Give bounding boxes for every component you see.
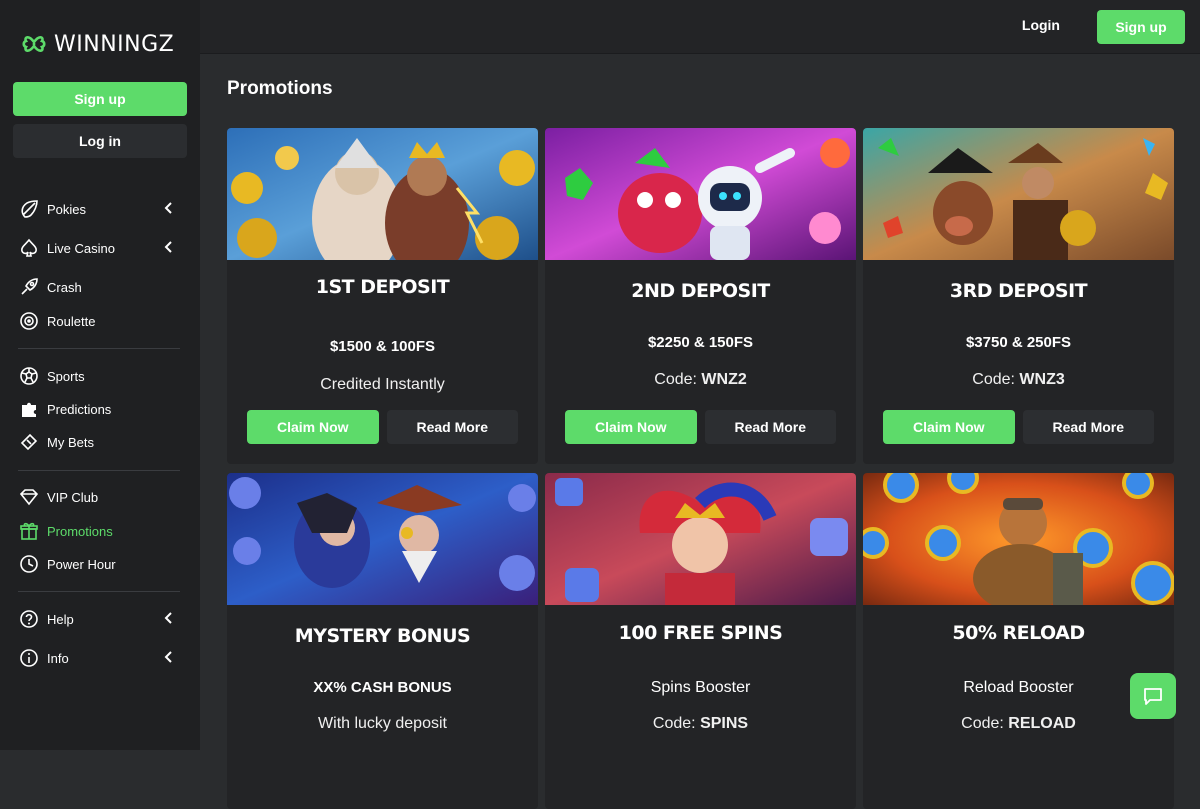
sidebar-item-label: Help	[47, 611, 74, 627]
sidebar-item-label: Predictions	[47, 401, 112, 417]
promo-banner-image	[545, 473, 856, 605]
promo-card-actions: Claim Now Read More	[883, 410, 1154, 444]
clock-icon	[18, 553, 40, 575]
clover-logo-icon	[22, 36, 46, 52]
sidebar-item-label: VIP Club	[47, 489, 99, 505]
sidebar-item-sports[interactable]: Sports	[18, 364, 180, 388]
claim-now-button[interactable]: Claim Now	[883, 410, 1015, 444]
soccer-ball-icon	[18, 365, 40, 387]
sidebar-divider	[18, 348, 180, 349]
promo-card: 3RD DEPOSIT $3750 & 250FS Code: WNZ3 Cla…	[863, 128, 1174, 464]
sidebar-item-promotions[interactable]: Promotions	[18, 519, 180, 543]
promo-banner-image	[227, 473, 538, 605]
diamond-icon	[18, 486, 40, 508]
sidebar-item-roulette[interactable]: Roulette	[18, 309, 180, 333]
sidebar-item-label: Sports	[47, 368, 85, 384]
roulette-icon	[18, 310, 40, 332]
promo-card-title: MYSTERY BONUS	[294, 625, 471, 647]
header-signup-button[interactable]: Sign up	[1097, 10, 1185, 44]
promo-card-subtitle: $1500 & 100FS	[329, 338, 436, 355]
sidebar-item-label: My Bets	[47, 434, 94, 450]
chevron-left-icon	[162, 201, 176, 218]
promo-card: 100 FREE SPINS Spins Booster Code: SPINS	[545, 473, 856, 809]
promo-card-subtitle: $3750 & 250FS	[965, 334, 1072, 351]
promo-card-description: Code: SPINS	[652, 715, 749, 732]
sidebar-item-live-casino[interactable]: Live Casino	[18, 236, 180, 260]
promo-card-subtitle: XX% CASH BONUS	[313, 679, 452, 696]
logo-text: WINNINGZ	[54, 31, 175, 57]
promo-card: 1ST DEPOSIT $1500 & 100FS Credited Insta…	[227, 128, 538, 464]
sidebar-item-info[interactable]: Info	[18, 646, 180, 670]
promo-banner-image	[863, 473, 1174, 605]
sidebar-item-predictions[interactable]: Predictions	[18, 397, 180, 421]
promo-card-title: 1ST DEPOSIT	[315, 276, 450, 298]
rocket-launch-icon	[18, 276, 40, 298]
chevron-left-icon	[162, 650, 176, 667]
sidebar-item-my-bets[interactable]: My Bets	[18, 430, 180, 454]
sidebar-login-button[interactable]: Log in	[13, 124, 187, 158]
sidebar-item-label: Crash	[47, 279, 82, 295]
promo-card-title: 2ND DEPOSIT	[631, 280, 770, 302]
promo-banner-image	[227, 128, 538, 260]
promo-card-actions: Claim Now Read More	[565, 410, 836, 444]
sidebar-item-label: Power Hour	[47, 556, 116, 572]
top-bar: Login Sign up	[200, 0, 1200, 54]
claim-now-button[interactable]: Claim Now	[565, 410, 697, 444]
chevron-left-icon	[162, 240, 176, 257]
promo-card: 50% RELOAD Reload Booster Code: RELOAD	[863, 473, 1174, 809]
ticket-icon	[18, 431, 40, 453]
rocket-icon	[18, 198, 40, 220]
page-title: Promotions	[227, 78, 333, 99]
read-more-button[interactable]: Read More	[704, 410, 836, 444]
chat-button[interactable]	[1130, 673, 1176, 719]
claim-now-button[interactable]: Claim Now	[247, 410, 379, 444]
promo-card: MYSTERY BONUS XX% CASH BONUS With lucky …	[227, 473, 538, 809]
promo-banner-image	[545, 128, 856, 260]
info-icon	[18, 647, 40, 669]
promo-card-title: 50% RELOAD	[952, 622, 1085, 644]
promo-card-description: Code: WNZ3	[972, 371, 1065, 388]
sidebar-item-label: Live Casino	[47, 240, 115, 256]
promo-card-subtitle: Spins Booster	[650, 679, 751, 696]
promo-card-description: Credited Instantly	[320, 376, 445, 393]
sidebar-item-pokies[interactable]: Pokies	[18, 197, 180, 221]
sidebar-item-power-hour[interactable]: Power Hour	[18, 552, 180, 576]
promo-card-title: 3RD DEPOSIT	[949, 280, 1088, 302]
sidebar-item-help[interactable]: Help	[18, 607, 180, 631]
read-more-button[interactable]: Read More	[1022, 410, 1154, 444]
gift-icon	[18, 520, 40, 542]
spade-icon	[18, 237, 40, 259]
sidebar-item-label: Roulette	[47, 313, 96, 329]
sidebar-item-label: Info	[47, 650, 69, 666]
sidebar-item-label: Promotions	[47, 523, 113, 539]
promo-card-title: 100 FREE SPINS	[618, 622, 783, 644]
promo-banner-image	[863, 128, 1174, 260]
sidebar-item-label: Pokies	[47, 201, 87, 217]
header-login-link[interactable]: Login	[1022, 17, 1060, 33]
sidebar-item-vip-club[interactable]: VIP Club	[18, 485, 180, 509]
promo-card-description: With lucky deposit	[318, 715, 447, 732]
promo-card: 2ND DEPOSIT $2250 & 150FS Code: WNZ2 Cla…	[545, 128, 856, 464]
sidebar-signup-button[interactable]: Sign up	[13, 82, 187, 116]
promo-card-actions: Claim Now Read More	[247, 410, 518, 444]
sidebar-item-crash[interactable]: Crash	[18, 275, 180, 299]
read-more-button[interactable]: Read More	[386, 410, 518, 444]
promo-card-description: Code: RELOAD	[961, 715, 1076, 732]
promo-card-subtitle: Reload Booster	[963, 679, 1074, 696]
sidebar: WINNINGZ Sign up Log in Pokies Live Casi…	[0, 0, 200, 750]
promo-card-subtitle: $2250 & 150FS	[647, 334, 754, 351]
sidebar-divider	[18, 470, 180, 471]
sidebar-divider	[18, 591, 180, 592]
logo[interactable]: WINNINGZ	[18, 28, 174, 60]
question-icon	[18, 608, 40, 630]
puzzle-icon	[18, 398, 40, 420]
chevron-left-icon	[162, 611, 176, 628]
chat-bubble-icon	[1144, 688, 1162, 705]
promo-card-description: Code: WNZ2	[654, 371, 747, 388]
